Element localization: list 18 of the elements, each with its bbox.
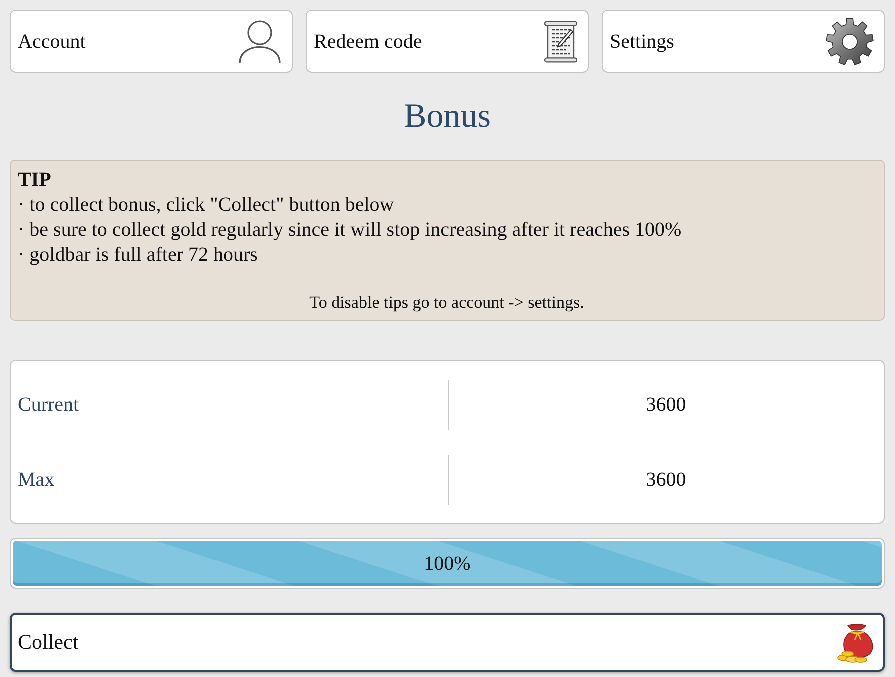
tip-text: · be sure to collect gold regularly since it will stop increasing after it reaches 100%: [18, 218, 682, 243]
tip-text: · goldbar is full after 72 hours: [18, 243, 258, 268]
settings-icon: [826, 18, 874, 66]
tip-heading: TIP: [18, 168, 52, 193]
stat-label: Current: [17, 392, 80, 418]
progress-label: 100%: [424, 552, 471, 576]
tip-footer: To disable tips go to account -> settings.: [310, 292, 584, 314]
redeem-code-button[interactable]: Redeem code: [306, 10, 589, 73]
collect-button[interactable]: Collect: [10, 613, 885, 672]
page-title: Bonus: [403, 97, 492, 137]
tip-text: · to collect bonus, click "Collect" button below: [18, 193, 394, 218]
account-button[interactable]: Account: [10, 10, 293, 73]
stat-label: Max: [17, 468, 55, 492]
person-icon: [238, 20, 282, 64]
settings-button[interactable]: Settings: [602, 10, 885, 73]
stat-value: 3600: [646, 392, 686, 418]
scroll-icon: [544, 20, 578, 62]
stat-value: 3600: [646, 468, 686, 492]
